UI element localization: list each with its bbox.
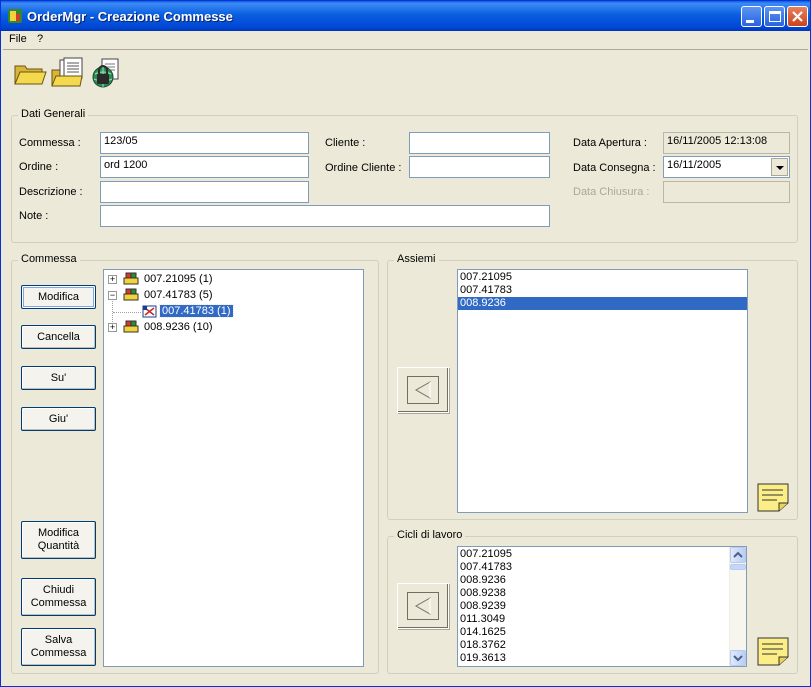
cicli-list[interactable]: 007.21095 007.41783 008.9236 008.9238 00…: [457, 546, 747, 667]
assiemi-notes-button[interactable]: [755, 481, 791, 513]
note-label: Note :: [19, 210, 49, 222]
assembly-node-icon: [123, 288, 139, 301]
data-consegna-value: 16/11/2005: [667, 159, 722, 171]
ordine-label: Ordine :: [19, 161, 59, 173]
title-bar[interactable]: OrderMgr - Creazione Commesse: [1, 1, 810, 31]
vertical-scrollbar[interactable]: [729, 547, 746, 666]
list-item-selected[interactable]: 008.9236: [458, 297, 747, 310]
list-item[interactable]: 011.3049: [458, 613, 746, 626]
ordine-input[interactable]: ord 1200: [100, 156, 309, 178]
cicli-move-left-button[interactable]: [397, 583, 449, 629]
open-folder-icon: [14, 65, 47, 85]
assiemi-move-left-button[interactable]: [397, 367, 449, 413]
tree-node-label: 007.41783 (5): [144, 289, 213, 301]
descrizione-input[interactable]: [100, 181, 309, 203]
data-apertura-label: Data Apertura :: [573, 137, 647, 149]
list-item[interactable]: 008.9239: [458, 600, 746, 613]
collapse-icon[interactable]: −: [108, 291, 117, 300]
list-item[interactable]: 007.41783: [458, 284, 747, 297]
close-icon: [792, 11, 803, 22]
data-consegna-label: Data Consegna :: [573, 162, 656, 174]
data-chiusura-label: Data Chiusura :: [573, 186, 650, 198]
note-icon: [757, 637, 789, 666]
commessa-input[interactable]: 123/05: [100, 132, 309, 154]
list-item[interactable]: 008.9236: [458, 574, 746, 587]
expand-icon[interactable]: +: [108, 323, 117, 332]
list-item[interactable]: 014.1625: [458, 626, 746, 639]
assembly-node-icon: [123, 272, 139, 285]
tree-node[interactable]: + 007.21095 (1): [104, 272, 359, 287]
cliente-input[interactable]: [409, 132, 550, 154]
arrow-left-icon: [407, 592, 439, 620]
commessa-legend: Commessa: [18, 253, 80, 265]
cliente-label: Cliente :: [325, 137, 366, 149]
commessa-label: Commessa :: [19, 137, 81, 149]
cancella-button[interactable]: Cancella: [21, 325, 96, 349]
close-button[interactable]: [787, 6, 808, 27]
salva-commessa-button[interactable]: Salva Commessa: [21, 628, 96, 666]
ordine-cliente-label: Ordine Cliente :: [325, 162, 402, 174]
menu-help[interactable]: ?: [37, 33, 43, 45]
commessa-tree[interactable]: + 007.21095 (1) − 007.41783 (5) 007.4178…: [103, 269, 364, 667]
documents-icon: [51, 57, 83, 87]
chiudi-commessa-button[interactable]: Chiudi Commessa: [21, 578, 96, 616]
list-item[interactable]: 007.41783: [458, 561, 746, 574]
assembly-node-icon: [123, 320, 139, 333]
documents-button[interactable]: [49, 55, 87, 91]
menu-file[interactable]: File: [9, 33, 27, 45]
data-chiusura-field: [663, 181, 790, 203]
minimize-button[interactable]: [741, 6, 762, 27]
cicli-notes-button[interactable]: [755, 635, 791, 667]
modifica-button[interactable]: Modifica: [21, 285, 96, 309]
toolbar-separator: [3, 49, 808, 50]
tree-node-label: 007.21095 (1): [144, 273, 213, 285]
assiemi-list[interactable]: 007.21095 007.41783 008.9236: [457, 269, 748, 513]
security-button[interactable]: [87, 55, 125, 91]
open-button[interactable]: [11, 55, 49, 91]
list-item[interactable]: 007.21095: [458, 271, 747, 284]
part-node-icon: [142, 305, 157, 318]
note-icon: [757, 483, 789, 512]
dati-generali-legend: Dati Generali: [18, 108, 89, 120]
expand-icon[interactable]: +: [108, 275, 117, 284]
maximize-button[interactable]: [764, 6, 785, 27]
app-window: OrderMgr - Creazione Commesse File ? Dat…: [0, 0, 811, 687]
app-icon: [8, 9, 22, 23]
data-consegna-combo[interactable]: 16/11/2005: [663, 156, 790, 178]
chevron-down-icon[interactable]: [771, 158, 788, 176]
modifica-quantita-button[interactable]: Modifica Quantità: [21, 521, 96, 559]
list-item[interactable]: 008.9238: [458, 587, 746, 600]
tree-node[interactable]: + 008.9236 (10): [104, 320, 359, 335]
scroll-thumb[interactable]: [730, 564, 746, 570]
tree-node-label: 008.9236 (10): [144, 321, 213, 333]
assiemi-legend: Assiemi: [394, 253, 439, 265]
tree-node-selected[interactable]: 007.41783 (1): [104, 304, 359, 319]
giu-button[interactable]: Giu': [21, 407, 96, 431]
maximize-icon: [769, 11, 781, 22]
arrow-left-icon: [407, 376, 439, 404]
su-button[interactable]: Su': [21, 366, 96, 390]
window-title: OrderMgr - Creazione Commesse: [27, 9, 233, 24]
chevron-down-icon: [733, 655, 743, 662]
scroll-down-button[interactable]: [730, 650, 746, 666]
list-item[interactable]: 018.3762: [458, 639, 746, 652]
menu-bar: File ?: [1, 31, 810, 48]
triangle-left-icon: [414, 381, 431, 399]
scroll-up-button[interactable]: [730, 547, 746, 563]
triangle-left-icon: [414, 597, 431, 615]
cicli-legend: Cicli di lavoro: [394, 529, 466, 541]
tree-node-label: 007.41783 (1): [159, 304, 234, 318]
chevron-up-icon: [733, 551, 743, 558]
list-item[interactable]: 007.21095: [458, 548, 746, 561]
ordine-cliente-input[interactable]: [409, 156, 550, 178]
descrizione-label: Descrizione :: [19, 186, 83, 198]
tree-node[interactable]: − 007.41783 (5): [104, 288, 359, 303]
lock-globe-icon: [92, 58, 119, 88]
list-item[interactable]: 019.3613: [458, 652, 746, 665]
data-apertura-field: 16/11/2005 12:13:08: [663, 132, 790, 154]
minimize-icon: [746, 20, 754, 23]
note-input[interactable]: [100, 205, 550, 227]
